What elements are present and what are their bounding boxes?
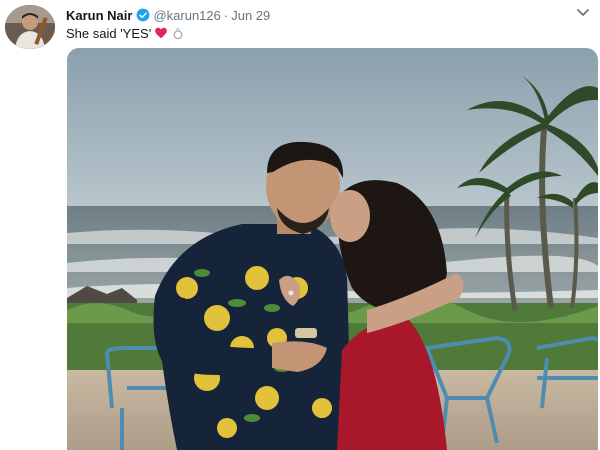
- tweet-header: Karun Nair @karun126 · Jun 29: [66, 6, 270, 24]
- tweet-text: She said 'YES': [66, 24, 185, 42]
- ring-emoji-icon: [173, 27, 183, 40]
- author-handle[interactable]: @karun126: [153, 8, 220, 23]
- photo-engagement-couple: [67, 48, 598, 450]
- author-avatar[interactable]: [5, 5, 55, 49]
- avatar-image: [5, 5, 55, 49]
- author-name[interactable]: Karun Nair: [66, 8, 132, 23]
- tweet-card: Karun Nair @karun126 · Jun 29 She said '…: [0, 0, 600, 450]
- header-separator: ·: [223, 7, 229, 23]
- heart-emoji-icon: [155, 27, 168, 39]
- tweet-photo[interactable]: [67, 48, 598, 450]
- tweet-text-content: She said 'YES': [66, 25, 152, 41]
- chevron-down-icon[interactable]: [576, 8, 590, 18]
- tweet-date[interactable]: Jun 29: [231, 8, 270, 23]
- verified-badge-icon: [137, 8, 150, 22]
